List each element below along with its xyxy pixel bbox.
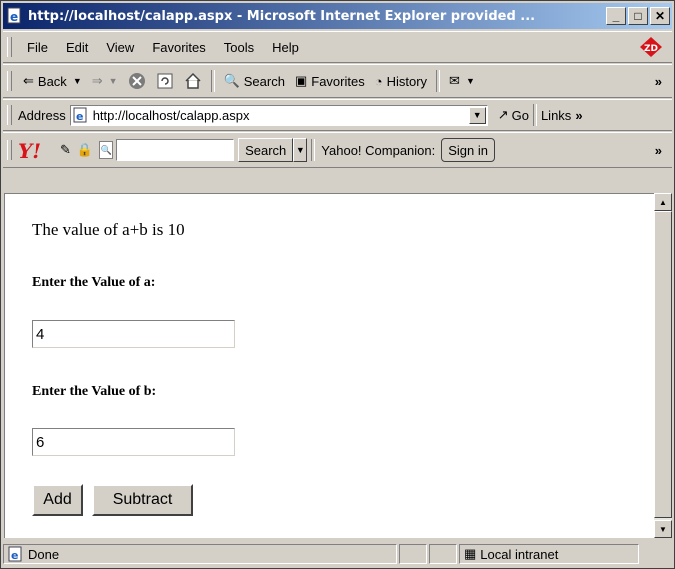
menu-edit[interactable]: Edit: [57, 40, 97, 55]
favorites-label: Favorites: [311, 73, 365, 89]
menu-view[interactable]: View: [97, 40, 143, 55]
mail-button[interactable]: ✉ ▼: [444, 73, 480, 89]
status-panel: [429, 544, 457, 564]
scroll-up-button[interactable]: ▲: [654, 193, 672, 211]
chevron-down-icon: ▼: [72, 76, 82, 86]
back-button[interactable]: ⇐ Back ▼: [18, 73, 87, 89]
scroll-down-button[interactable]: ▼: [654, 520, 672, 538]
toolbar-grip[interactable]: [7, 105, 12, 125]
minimize-button[interactable]: _: [606, 7, 626, 25]
toolbar-more-chevron[interactable]: »: [655, 74, 662, 89]
ie-page-icon: e: [8, 546, 22, 562]
home-icon: [185, 72, 201, 89]
value-a-input[interactable]: [32, 320, 235, 348]
window-title: http://localhost/calapp.aspx - Microsoft…: [28, 8, 536, 24]
favorites-icon: ▣: [294, 73, 308, 88]
status-panel: [399, 544, 427, 564]
svg-text:ZD: ZD: [644, 44, 658, 54]
address-label: Address: [18, 107, 66, 123]
svg-text:Y!: Y!: [18, 139, 41, 162]
zone-panel: ▦ Local intranet: [459, 544, 639, 564]
value-b-input[interactable]: [32, 428, 235, 456]
vertical-scrollbar[interactable]: ▲ ▼: [654, 193, 672, 538]
history-label: History: [386, 73, 428, 89]
subtract-button[interactable]: Subtract: [92, 484, 193, 516]
menu-tools[interactable]: Tools: [215, 40, 263, 55]
yahoo-more-chevron[interactable]: »: [655, 143, 662, 158]
zd-logo-icon: ZD: [640, 37, 662, 57]
pencil-icon[interactable]: ✎: [60, 142, 71, 158]
scroll-thumb[interactable]: [654, 211, 672, 518]
favorites-button[interactable]: ▣ Favorites: [290, 73, 370, 89]
companion-label: Yahoo! Companion:: [321, 142, 436, 158]
menu-file[interactable]: File: [18, 40, 57, 55]
stop-button[interactable]: [123, 72, 151, 90]
forward-arrow-icon: ⇒: [91, 73, 103, 88]
go-arrow-icon: ↗: [497, 107, 509, 122]
yahoo-toolbar: Y! ✎ 🔒 🔍 Search ▼ Yahoo! Companion: Sign…: [3, 132, 672, 168]
back-arrow-icon: ⇐: [23, 73, 34, 88]
toolbar-separator: [210, 70, 215, 92]
status-text: Done: [28, 546, 60, 562]
yahoo-logo-icon[interactable]: Y!: [18, 138, 56, 162]
refresh-button[interactable]: [151, 72, 179, 90]
title-bar[interactable]: e http://localhost/calapp.aspx - Microso…: [3, 3, 672, 29]
intranet-zone-icon: ▦: [464, 546, 477, 561]
svg-text:e: e: [10, 10, 18, 24]
go-button[interactable]: ↗ Go: [498, 107, 529, 123]
ie-page-icon: e: [7, 7, 21, 24]
toolbar-separator: [436, 70, 441, 92]
yahoo-search-input[interactable]: [116, 139, 235, 161]
menu-bar: File Edit View Favorites Tools Help ZD: [3, 31, 672, 63]
toolbar-separator: [311, 139, 316, 161]
zone-text: Local intranet: [480, 546, 559, 562]
mail-icon: ✉: [449, 73, 460, 88]
chevron-down-icon: ▼: [465, 76, 475, 86]
lock-icon[interactable]: 🔒: [77, 142, 93, 158]
close-button[interactable]: ✕: [650, 7, 670, 25]
address-input[interactable]: e http://localhost/calapp.aspx ▼: [69, 104, 488, 126]
search-icon: 🔍: [223, 73, 240, 88]
menu-favorites[interactable]: Favorites: [143, 40, 214, 55]
links-label[interactable]: Links: [541, 108, 571, 123]
yahoo-search-button[interactable]: Search: [238, 138, 294, 162]
svg-text:e: e: [11, 549, 18, 562]
add-button[interactable]: Add: [32, 484, 83, 516]
browser-window: e http://localhost/calapp.aspx - Microso…: [0, 0, 675, 569]
label-a: Enter the Value of a:: [32, 275, 156, 290]
status-text-panel: e Done: [3, 544, 397, 564]
svg-text:e: e: [76, 110, 83, 123]
ie-page-icon: e: [73, 107, 87, 123]
history-button[interactable]: ◔ History: [370, 74, 432, 89]
forward-button[interactable]: ⇒ ▼: [87, 73, 123, 89]
standard-toolbar: ⇐ Back ▼ ⇒ ▼ 🔍 Search ▣ Favorites ◔ Hist…: [3, 64, 672, 98]
result-text: The value of a+b is 10: [32, 220, 185, 239]
address-dropdown-button[interactable]: ▼: [468, 106, 486, 124]
search-icon: 🔍: [99, 141, 114, 159]
links-more-chevron[interactable]: »: [575, 108, 582, 123]
page-content: The value of a+b is 10 Enter the Value o…: [4, 193, 654, 538]
search-button[interactable]: 🔍 Search: [219, 73, 290, 89]
toolbar-grip[interactable]: [7, 37, 12, 57]
search-label: Search: [243, 73, 285, 89]
toolbar-grip[interactable]: [7, 71, 12, 91]
label-b: Enter the Value of b:: [32, 384, 157, 399]
stop-icon: [128, 73, 145, 89]
go-label: Go: [511, 107, 529, 123]
home-button[interactable]: [179, 72, 207, 90]
back-label: Back: [37, 73, 67, 89]
yahoo-search-dropdown[interactable]: ▼: [293, 138, 308, 162]
toolbar-grip[interactable]: [7, 140, 12, 160]
maximize-button[interactable]: □: [628, 7, 648, 25]
refresh-icon: [157, 73, 173, 89]
sign-in-button[interactable]: Sign in: [441, 138, 495, 162]
address-bar: Address e http://localhost/calapp.aspx ▼…: [3, 99, 672, 131]
chevron-down-icon: ▼: [108, 76, 118, 86]
toolbar-separator: [532, 104, 537, 126]
status-bar: e Done ▦ Local intranet: [3, 541, 672, 567]
address-url: http://localhost/calapp.aspx: [92, 107, 250, 123]
menu-help[interactable]: Help: [263, 40, 308, 55]
history-icon: ◔: [374, 73, 383, 89]
